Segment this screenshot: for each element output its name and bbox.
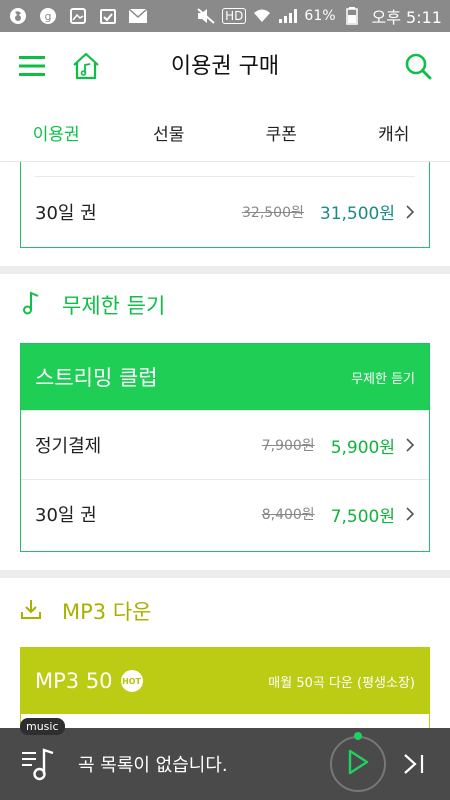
now-playing-text: 곡 목록이 없습니다. [78, 755, 228, 776]
streaming-club-card: 스트리밍 클럽 무제한 듣기 정기결제 7,900원 5,900원 30일 권 … [20, 343, 430, 552]
calendar-check-icon [98, 6, 118, 26]
download-icon [20, 598, 42, 624]
gallery-icon [68, 6, 88, 26]
section-title-unlimited: 무제한 듣기 [20, 290, 165, 320]
tab-coupon[interactable]: 쿠폰 [225, 100, 338, 161]
page-title: 이용권 구매 [170, 54, 280, 79]
mp3-50-banner[interactable]: MP3 50 HOT 매월 50곡 다운 (평생소장) [21, 648, 429, 714]
banner-subtitle: 무제한 듣기 [351, 371, 415, 387]
banner-title: MP3 50 [35, 669, 113, 693]
row-label: 30일 권 [35, 505, 97, 526]
playlist-icon[interactable] [20, 744, 58, 784]
search-icon[interactable] [398, 46, 438, 86]
app-header: 이용권 구매 [0, 32, 450, 100]
row-label: 30일 권 [35, 202, 97, 224]
svg-text:g: g [45, 10, 52, 23]
streaming-club-banner[interactable]: 스트리밍 클럽 무제한 듣기 [21, 344, 429, 410]
mini-player: 곡 목록이 없습니다. [0, 728, 450, 800]
section-separator [0, 570, 450, 578]
mp3-card: MP3 50 HOT 매월 50곡 다운 (평생소장) [20, 647, 430, 728]
chevron-right-icon [405, 506, 415, 522]
pass-row-30days-top[interactable]: 30일 권 32,500원 31,500원 [21, 177, 429, 246]
signal-icon [278, 6, 298, 26]
status-time: 오후 5:11 [371, 8, 442, 27]
banner-subtitle: 매월 50곡 다운 (평생소장) [268, 675, 415, 691]
tab-cash[interactable]: 캐쉬 [338, 100, 450, 161]
original-price: 32,500원 [242, 204, 304, 221]
tab-bar: 이용권 선물 쿠폰 캐쉬 [0, 100, 450, 162]
progress-dot [354, 732, 362, 740]
sale-price: 5,900원 [330, 437, 395, 458]
mute-icon [196, 6, 216, 26]
section-title-text: 무제한 듣기 [62, 294, 166, 318]
app-notification-icon [8, 6, 28, 26]
row-label: 정기결제 [35, 436, 102, 457]
mail-icon [128, 6, 148, 26]
play-button[interactable] [330, 732, 386, 792]
card-divider [35, 162, 415, 177]
chevron-right-icon [405, 437, 415, 453]
battery-percent: 61% [304, 8, 336, 24]
battery-icon [342, 6, 362, 26]
status-bar: g HD 61% 오후 5:11 [0, 0, 450, 32]
play-icon [346, 748, 370, 780]
section-title-mp3: MP3 다운 [20, 596, 151, 626]
music-tag: music [20, 718, 65, 735]
chevron-right-icon [405, 204, 415, 220]
original-price: 7,900원 [261, 438, 315, 454]
hot-badge: HOT [120, 670, 143, 692]
tab-gift[interactable]: 선물 [113, 100, 226, 161]
banner-title: 스트리밍 클럽 [35, 366, 158, 390]
music-note-icon [20, 290, 42, 320]
g-app-icon: g [38, 6, 58, 26]
wifi-icon [252, 6, 272, 26]
sale-price: 31,500원 [319, 204, 395, 224]
original-price: 8,400원 [261, 507, 315, 523]
pass-row-30days[interactable]: 30일 권 8,400원 7,500원 [21, 479, 429, 548]
pass-row-subscription[interactable]: 정기결제 7,900원 5,900원 [21, 410, 429, 479]
section-title-text: MP3 다운 [62, 600, 152, 624]
tab-pass[interactable]: 이용권 [0, 100, 113, 161]
top-pass-card: 30일 권 32,500원 31,500원 [20, 162, 430, 248]
section-separator [0, 266, 450, 274]
sale-price: 7,500원 [330, 506, 395, 527]
hd-badge: HD [222, 8, 247, 24]
next-track-icon[interactable] [402, 752, 426, 780]
pass-list[interactable]: 30일 권 32,500원 31,500원 무제한 듣기 스트리밍 클럽 무제한… [0, 162, 450, 728]
